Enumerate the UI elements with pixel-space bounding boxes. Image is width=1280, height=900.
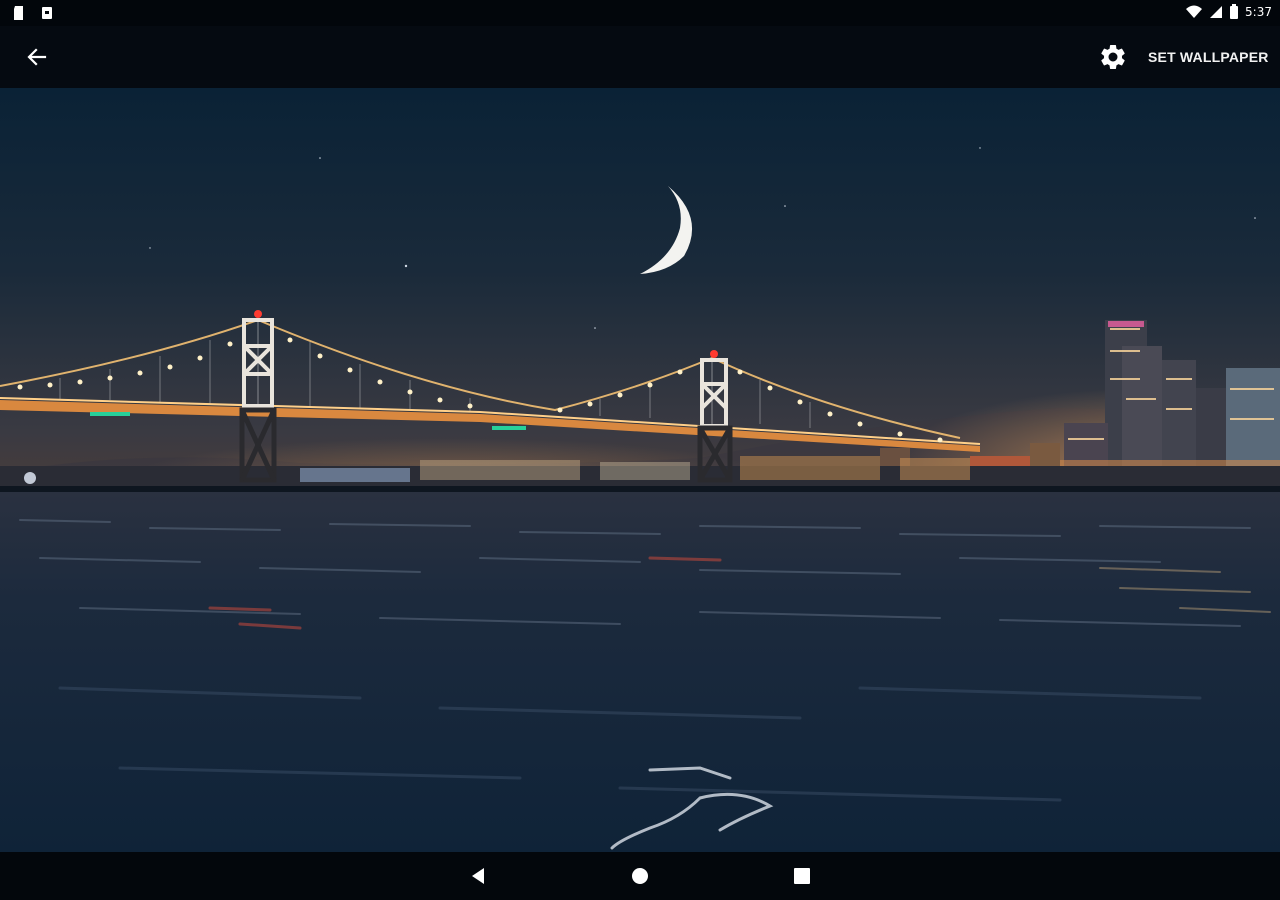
wifi-icon xyxy=(1186,5,1203,18)
sd-card-icon xyxy=(14,6,23,20)
status-time: 5:37 xyxy=(1245,5,1272,19)
wallpaper-image xyxy=(0,88,1280,852)
set-wallpaper-button[interactable]: SET WALLPAPER xyxy=(1138,43,1279,71)
nav-home-button[interactable] xyxy=(628,864,652,888)
recents-square-icon xyxy=(794,868,810,884)
status-right-icons: 5:37 xyxy=(1185,4,1272,20)
battery-icon xyxy=(1230,4,1239,19)
back-triangle-icon xyxy=(472,868,484,884)
navigation-bar xyxy=(0,852,1280,900)
status-left-icons xyxy=(12,5,54,21)
nav-recents-button[interactable] xyxy=(790,864,814,888)
home-circle-icon xyxy=(632,868,648,884)
arrow-back-icon xyxy=(27,48,47,66)
nav-back-button[interactable] xyxy=(466,864,490,888)
settings-button[interactable] xyxy=(1098,42,1128,72)
app-bar: SET WALLPAPER xyxy=(0,26,1280,88)
gear-icon xyxy=(1101,44,1125,69)
water xyxy=(0,492,1280,852)
signal-icon xyxy=(1210,6,1223,18)
status-bar: 5:37 xyxy=(0,0,1280,26)
notification-icon xyxy=(42,7,52,19)
wallpaper-preview[interactable] xyxy=(0,88,1280,852)
back-button[interactable] xyxy=(20,40,54,74)
